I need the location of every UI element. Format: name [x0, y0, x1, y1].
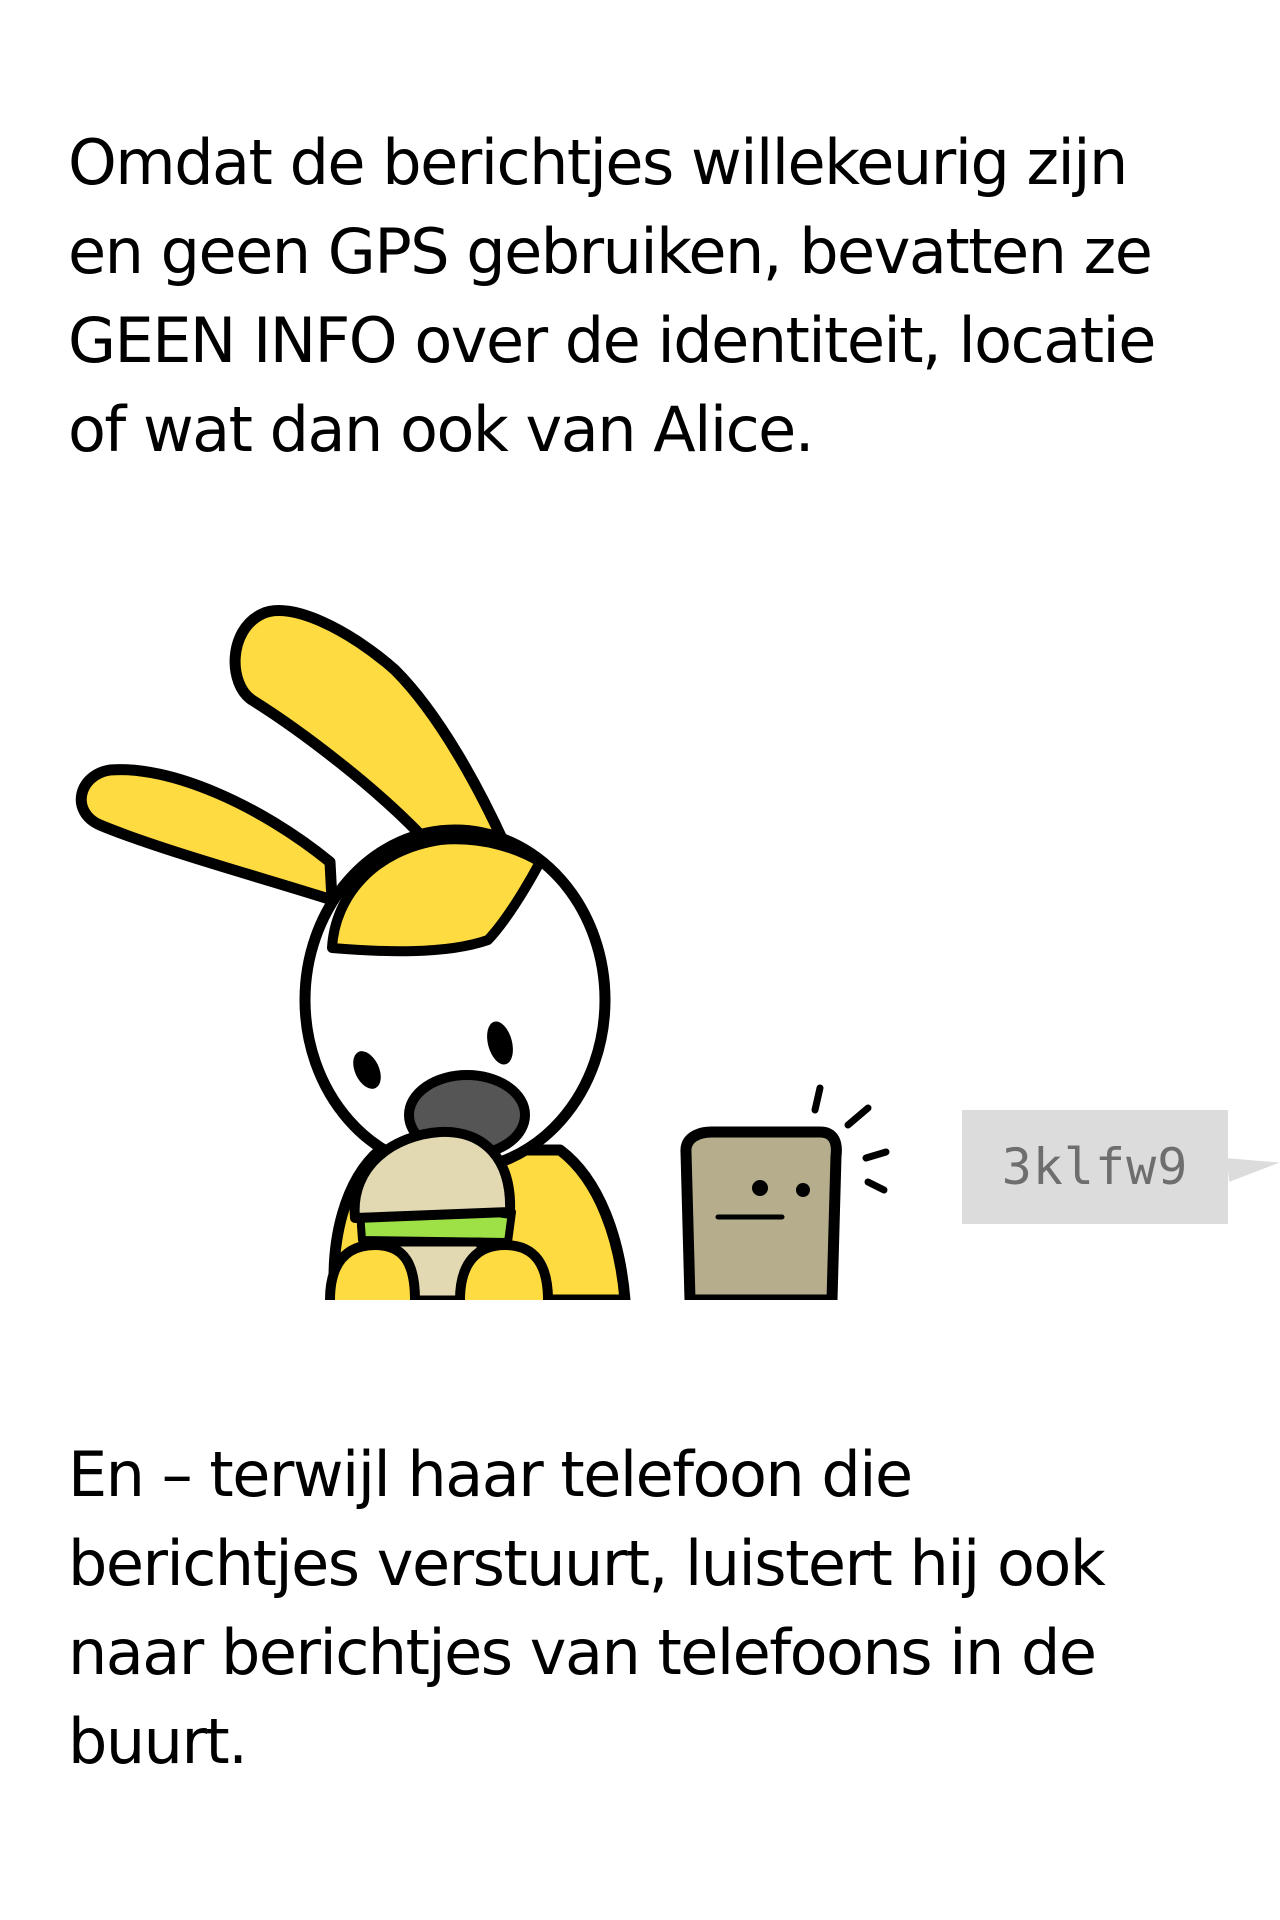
phone-right-eye [796, 1183, 810, 1197]
rabbit-right-hand [455, 1240, 553, 1300]
caption-top: Omdat de berichtjes willekeurig zijn en … [68, 126, 1156, 466]
rabbit-left-hand [325, 1240, 420, 1300]
rabbit-right-ear [229, 605, 511, 851]
message-id-text: 3klfw9 [1001, 1138, 1189, 1196]
rabbit-left-ear [75, 764, 338, 906]
phone-left-eye [752, 1180, 768, 1196]
caption-bottom: En – terwijl haar telefoon die berichtje… [68, 1438, 1106, 1778]
message-bubble: 3klfw9 [962, 1110, 1228, 1224]
